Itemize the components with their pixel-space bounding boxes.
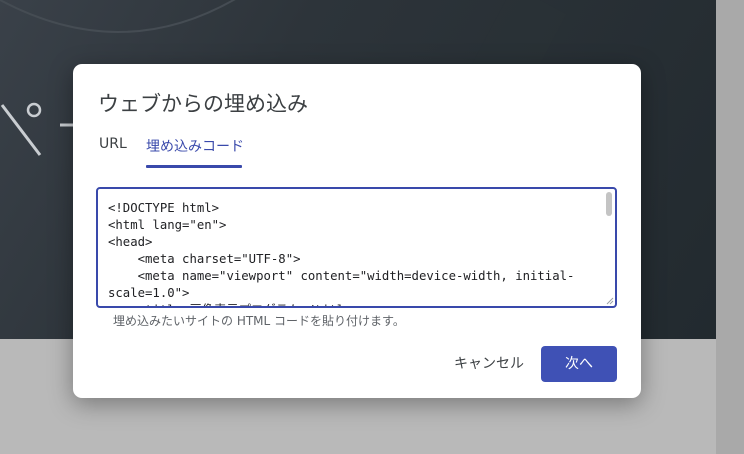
tab-embed-code[interactable]: 埋め込みコード — [146, 136, 244, 156]
helper-text: 埋め込みたいサイトの HTML コードを貼り付けます。 — [113, 314, 405, 328]
textarea-scrollbar[interactable] — [606, 192, 612, 216]
dialog-title: ウェブからの埋め込み — [98, 92, 308, 116]
active-tab-indicator — [146, 165, 242, 168]
embed-dialog: ウェブからの埋め込み URL 埋め込みコード <!DOCTYPE html> <… — [73, 64, 641, 398]
next-button[interactable]: 次へ — [541, 346, 617, 382]
embed-code-textarea[interactable]: <!DOCTYPE html> <html lang="en"> <head> … — [96, 187, 617, 308]
embed-code-text[interactable]: <!DOCTYPE html> <html lang="en"> <head> … — [108, 200, 606, 306]
resize-handle-icon[interactable] — [606, 297, 614, 305]
side-panel-edge — [716, 0, 744, 454]
tab-url[interactable]: URL — [99, 136, 127, 152]
cancel-button[interactable]: キャンセル — [444, 346, 534, 382]
